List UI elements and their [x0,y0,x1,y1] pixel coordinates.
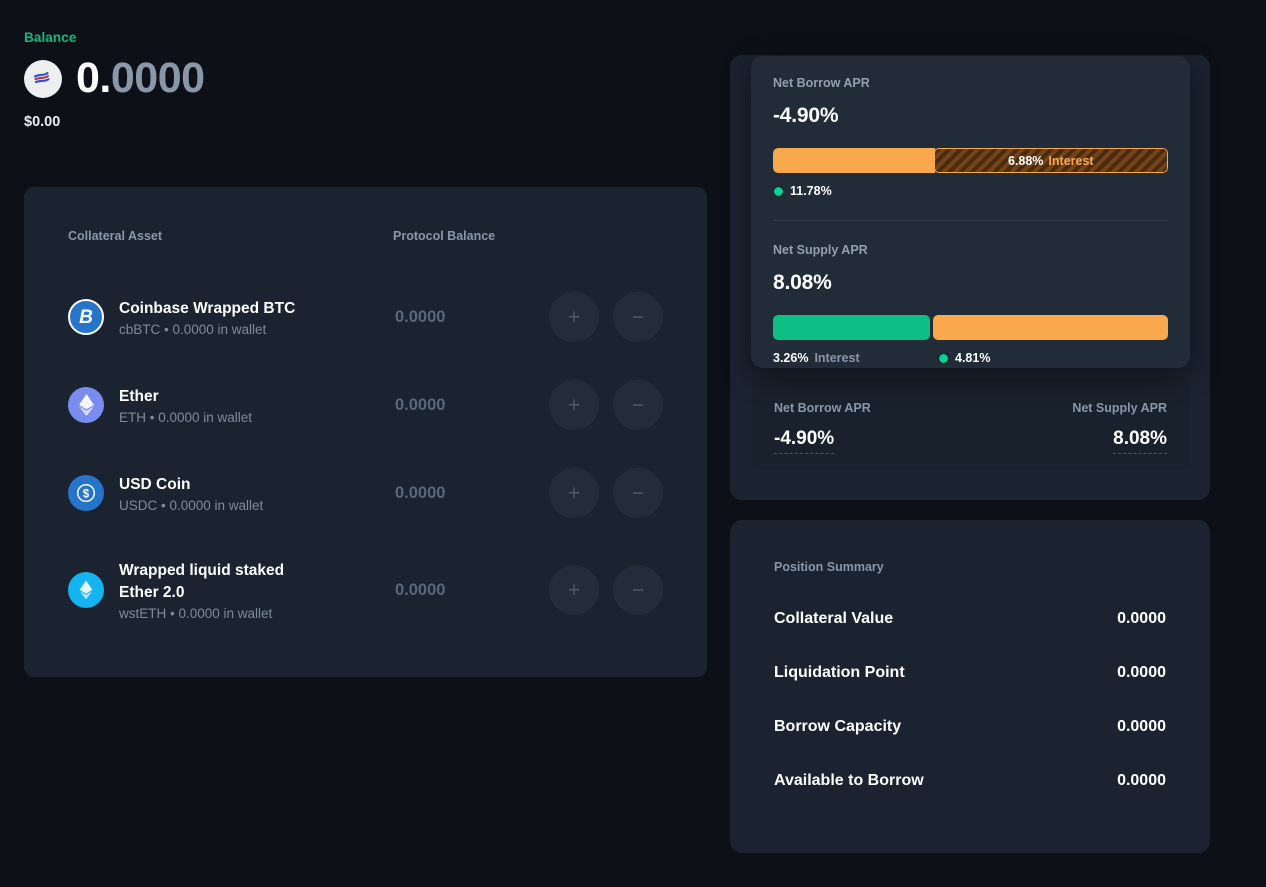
asset-name: USD Coin [119,474,263,496]
row-actions: + − [549,565,663,615]
withdraw-asset-button[interactable]: − [613,565,663,615]
table-row[interactable]: $ USD Coin USDC • 0.0000 in wallet 0.000… [24,449,707,537]
borrow-interest-value: 6.88% [1008,154,1043,168]
asset-cell: B Coinbase Wrapped BTC cbBTC • 0.0000 in… [68,298,393,337]
balance-block: Balance 0.0000 $0.00 [24,30,205,130]
balance-amount-row: 0.0000 [24,57,205,100]
tooltip-borrow-section: Net Borrow APR -4.90% 6.88% Interest 11.… [773,76,1168,198]
position-row-value: 0.0000 [1117,718,1166,736]
supply-legend: 3.26% Interest 4.81% [773,351,1168,365]
balance-label: Balance [24,30,205,45]
tooltip-supply-section: Net Supply APR 8.08% 3.26% Interest 4.81… [773,243,1168,365]
borrow-bar-comp-segment [773,148,935,173]
borrow-comp-legend-item: 11.78% [773,184,832,198]
position-row-available-to-borrow: Available to Borrow 0.0000 [774,772,1166,790]
position-row-label: Liquidation Point [774,664,905,682]
table-row[interactable]: Ether ETH • 0.0000 in wallet 0.0000 + − [24,361,707,449]
supply-interest-word: Interest [814,351,859,365]
position-row-value: 0.0000 [1117,772,1166,790]
table-row[interactable]: Wrapped liquid staked Ether 2.0 wstETH •… [24,537,707,643]
supply-apr-bar [773,315,1168,340]
position-summary-card: Position Summary Collateral Value 0.0000… [730,520,1210,853]
net-supply-apr-summary: Net Supply APR 8.08% [1072,401,1167,470]
asset-cell: Ether ETH • 0.0000 in wallet [68,386,393,425]
position-row-label: Borrow Capacity [774,718,901,736]
borrow-comp-value: 11.78% [790,184,832,198]
app-root: Balance 0.0000 $0.00 Collateral Asset Pr… [0,0,1266,887]
supply-asset-button[interactable]: + [549,468,599,518]
borrow-interest-word: Interest [1048,154,1093,168]
asset-subtitle: USDC • 0.0000 in wallet [119,498,263,513]
tooltip-net-borrow-apr-value: -4.90% [773,104,1168,128]
svg-text:$: $ [83,488,90,500]
net-borrow-apr-summary: Net Borrow APR -4.90% [774,401,871,470]
apr-summary-card: Net Borrow APR -4.90% Net Supply APR 8.0… [752,377,1189,470]
collateral-table-card: Collateral Asset Protocol Balance B Coin… [24,187,707,677]
balance-usd-value: $0.00 [24,114,205,130]
net-borrow-apr-value[interactable]: -4.90% [774,428,834,454]
supply-bar-comp-segment [933,315,1168,340]
net-borrow-apr-label: Net Borrow APR [774,401,871,415]
asset-name: Coinbase Wrapped BTC [119,298,295,320]
borrow-bar-interest-segment: 6.88% Interest [934,148,1168,173]
borrow-apr-bar: 6.88% Interest [773,148,1168,173]
asset-name: Ether [119,386,252,408]
bitcoin-icon: B [68,299,104,335]
row-actions: + − [549,292,663,342]
position-row-label: Available to Borrow [774,772,924,790]
position-row-label: Collateral Value [774,610,893,628]
ethereum-icon [68,387,104,423]
protocol-balance-value: 0.0000 [393,396,549,415]
asset-subtitle: cbBTC • 0.0000 in wallet [119,322,295,337]
asset-subtitle: ETH • 0.0000 in wallet [119,410,252,425]
tooltip-net-borrow-apr-label: Net Borrow APR [773,76,1168,90]
column-header-collateral-asset: Collateral Asset [68,229,393,243]
collateral-table-header: Collateral Asset Protocol Balance [24,187,707,243]
position-row-borrow-capacity: Borrow Capacity 0.0000 [774,718,1166,736]
tooltip-divider [773,220,1168,221]
withdraw-asset-button[interactable]: − [613,292,663,342]
withdraw-asset-button[interactable]: − [613,468,663,518]
protocol-balance-value: 0.0000 [393,308,549,327]
withdraw-asset-button[interactable]: − [613,380,663,430]
position-summary-title: Position Summary [774,560,1166,574]
net-supply-apr-value[interactable]: 8.08% [1113,428,1167,454]
asset-cell: Wrapped liquid staked Ether 2.0 wstETH •… [68,560,393,621]
supply-bar-interest-segment [773,315,930,340]
lido-wsteth-icon [68,572,104,608]
borrow-legend: 11.78% [773,184,1168,198]
protocol-balance-value: 0.0000 [393,484,549,503]
row-actions: + − [549,468,663,518]
supply-asset-button[interactable]: + [549,292,599,342]
position-row-liquidation-point: Liquidation Point 0.0000 [774,664,1166,682]
supply-asset-button[interactable]: + [549,380,599,430]
position-row-value: 0.0000 [1117,610,1166,628]
apr-breakdown-tooltip: Net Borrow APR -4.90% 6.88% Interest 11.… [751,56,1190,368]
tooltip-net-supply-apr-label: Net Supply APR [773,243,1168,257]
supply-interest-value: 3.26% [773,351,808,365]
position-row-value: 0.0000 [1117,664,1166,682]
asset-name: Wrapped liquid staked Ether 2.0 [119,560,304,604]
net-supply-apr-label: Net Supply APR [1072,401,1167,415]
comp-token-icon [773,186,784,197]
usdc-icon: $ [68,475,104,511]
asset-cell: $ USD Coin USDC • 0.0000 in wallet [68,474,393,513]
row-actions: + − [549,380,663,430]
supply-comp-legend-item: 4.81% [938,351,990,365]
tooltip-net-supply-apr-value: 8.08% [773,271,1168,295]
asset-subtitle: wstETH • 0.0000 in wallet [119,606,304,621]
balance-amount-integer: 0. [76,54,111,102]
table-row[interactable]: B Coinbase Wrapped BTC cbBTC • 0.0000 in… [24,273,707,361]
supply-comp-value: 4.81% [955,351,990,365]
balance-amount-decimals: 0000 [111,54,205,102]
compound-logo-icon [24,60,62,98]
supply-asset-button[interactable]: + [549,565,599,615]
balance-amount: 0.0000 [76,57,205,100]
supply-interest-legend-item: 3.26% Interest [773,351,938,365]
column-header-protocol-balance: Protocol Balance [393,229,663,243]
position-row-collateral-value: Collateral Value 0.0000 [774,610,1166,628]
protocol-balance-value: 0.0000 [393,581,549,600]
comp-token-icon [938,353,949,364]
